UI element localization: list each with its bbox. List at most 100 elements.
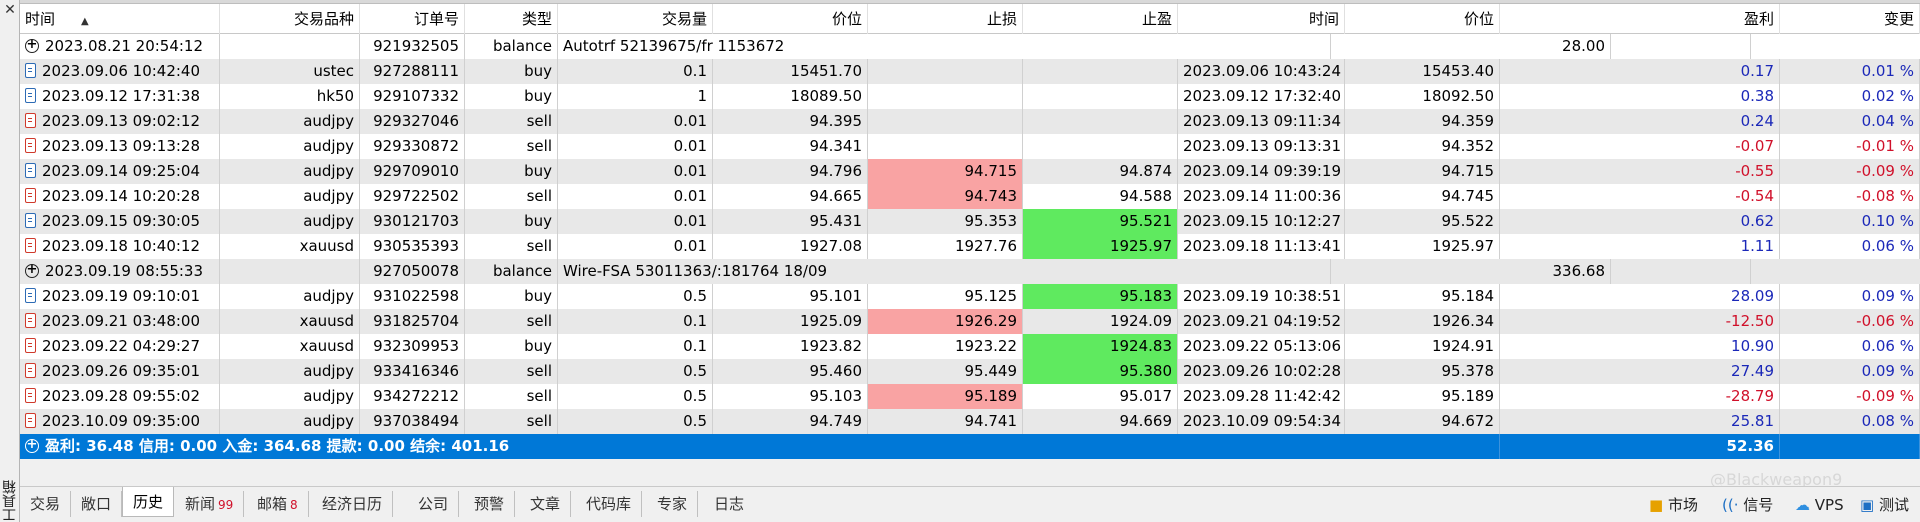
close-time-value: 2023.09.19 10:38:51 — [1183, 287, 1342, 305]
close-price-value: 1924.91 — [1431, 337, 1494, 355]
col-profit-header[interactable]: 盈利 — [1500, 4, 1780, 34]
col-close-price-header[interactable]: 价位 — [1345, 4, 1500, 34]
cell-stop-loss — [868, 134, 1023, 159]
signals-button[interactable]: ((· 信号 — [1722, 492, 1773, 518]
table-row[interactable]: 2023.09.26 09:35:01 audjpy 933416346 sell 0.… — [20, 359, 1920, 384]
col-price-header[interactable]: 价位 — [713, 4, 868, 34]
price-value: 95.431 — [809, 212, 863, 230]
tab-calendar[interactable]: 经济日历 — [312, 491, 394, 517]
change-value: 0.06 % — [1861, 337, 1914, 355]
change-value: 0.02 % — [1861, 87, 1914, 105]
type-value: sell — [526, 387, 552, 405]
close-price-value: 18092.50 — [1422, 87, 1494, 105]
summary-row[interactable]: + 盈利: 36.48 信用: 0.00 入金: 364.68 提款: 0.00 … — [20, 434, 1920, 459]
table-row[interactable]: 2023.09.19 09:10:01 audjpy 931022598 buy 0.5… — [20, 284, 1920, 309]
cell-volume: Wire-FSA 53011363/:181764 18/09 — [558, 259, 1331, 284]
market-button[interactable]: ■ 市场 — [1649, 492, 1698, 518]
buy-deal-icon — [25, 63, 36, 78]
table-row[interactable]: 2023.09.15 09:30:05 audjpy 930121703 buy 0.0… — [20, 209, 1920, 234]
open-time-value: 2023.10.09 09:35:00 — [42, 412, 201, 430]
col-symbol-header[interactable]: 交易品种 — [220, 4, 360, 34]
tab-articles[interactable]: 文章 — [520, 491, 572, 517]
summary-profit: 52.36 — [1500, 434, 1780, 459]
tab-journal[interactable]: 日志 — [704, 491, 754, 517]
table-row[interactable]: 2023.09.13 09:13:28 audjpy 929330872 sell 0.… — [20, 134, 1920, 159]
table-row[interactable]: +2023.09.19 08:55:33 927050078 balance Wire… — [20, 259, 1920, 284]
cell-close-time: 2023.09.19 10:38:51 — [1178, 284, 1345, 309]
col-change-header[interactable]: 变更 — [1780, 4, 1920, 34]
table-row[interactable]: 2023.09.06 10:42:40 ustec 927288111 buy 0.1 1… — [20, 59, 1920, 84]
tab-exposure[interactable]: 敞口 — [71, 491, 123, 517]
cell-profit: -0.55 — [1500, 159, 1780, 184]
cell-open-time: +2023.09.19 08:55:33 — [20, 259, 220, 284]
order-id-value: 929722502 — [373, 187, 459, 205]
col-sl-header[interactable]: 止损 — [868, 4, 1023, 34]
col-type-header[interactable]: 类型 — [465, 4, 558, 34]
buy-deal-icon — [25, 288, 36, 303]
order-id-value: 937038494 — [373, 412, 459, 430]
cell-change: 0.01 % — [1780, 59, 1920, 84]
stop-loss-value: 1927.76 — [954, 237, 1017, 255]
order-id-value: 929330872 — [373, 137, 459, 155]
col-tp-header[interactable]: 止盈 — [1023, 4, 1178, 34]
cell-close-time: 2023.10.09 09:54:34 — [1178, 409, 1345, 434]
tab-codebase[interactable]: 代码库 — [576, 491, 643, 517]
close-time-value: 2023.09.13 09:13:31 — [1183, 137, 1342, 155]
volume-value: 0.5 — [683, 387, 707, 405]
cell-profit: 28.09 — [1500, 284, 1780, 309]
col-open-time-header[interactable]: 时间 ▲ — [20, 4, 220, 34]
tab-news[interactable]: 新闻 99 — [175, 491, 245, 517]
table-row[interactable]: 2023.09.13 09:02:12 audjpy 929327046 sell 0.… — [20, 109, 1920, 134]
change-value: 0.09 % — [1861, 362, 1914, 380]
close-price-value: 95.189 — [1441, 387, 1495, 405]
price-value: 94.395 — [809, 112, 863, 130]
tab-mailbox[interactable]: 邮箱 8 — [247, 491, 309, 517]
tab-trade[interactable]: 交易 — [20, 491, 72, 517]
change-value: -0.09 % — [1856, 162, 1914, 180]
close-icon[interactable]: ✕ — [2, 2, 18, 18]
cell-close-price: 15453.40 — [1345, 59, 1500, 84]
symbol-value: ustec — [313, 62, 354, 80]
profit-value: -0.54 — [1735, 187, 1774, 205]
table-row[interactable]: 2023.09.21 03:48:00 xauusd 931825704 sell 0.… — [20, 309, 1920, 334]
tab-alerts[interactable]: 预警 — [464, 491, 516, 517]
cell-symbol: audjpy — [220, 109, 360, 134]
open-time-value: 2023.08.21 20:54:12 — [45, 37, 204, 55]
cell-stop-loss: 1926.29 — [868, 309, 1023, 334]
table-body: +2023.08.21 20:54:12 921932505 balance Auto… — [20, 34, 1920, 434]
open-time-value: 2023.09.14 10:20:28 — [42, 187, 201, 205]
tester-button[interactable]: ▣ 测试 — [1860, 492, 1909, 518]
cell-volume: 0.01 — [558, 109, 713, 134]
type-value: sell — [526, 312, 552, 330]
close-price-value: 94.359 — [1441, 112, 1495, 130]
stop-loss-value: 94.741 — [964, 412, 1018, 430]
price-value: 94.341 — [809, 137, 863, 155]
toolbox-label[interactable]: 工具箱 — [1, 466, 19, 522]
table-row[interactable]: 2023.09.14 09:25:04 audjpy 929709010 buy 0.0… — [20, 159, 1920, 184]
table-row[interactable]: 2023.09.18 10:40:12 xauusd 930535393 sell 0.… — [20, 234, 1920, 259]
cell-type: buy — [465, 84, 558, 109]
tab-company[interactable]: 公司 — [408, 491, 460, 517]
volume-value: 1 — [697, 87, 707, 105]
table-row[interactable]: 2023.09.12 17:31:38 hk50 929107332 buy 1 1808… — [20, 84, 1920, 109]
close-time-value: 2023.09.15 10:12:27 — [1183, 212, 1342, 230]
table-row[interactable]: 2023.09.14 10:20:28 audjpy 929722502 sell 0.… — [20, 184, 1920, 209]
cell-close-time: 2023.09.18 11:13:41 — [1178, 234, 1345, 259]
cell-stop-loss: 1927.76 — [868, 234, 1023, 259]
profit-value: 0.17 — [1740, 62, 1774, 80]
cell-price: 15451.70 — [713, 59, 868, 84]
close-price-value: 95.522 — [1441, 212, 1495, 230]
col-close-time-header[interactable]: 时间 — [1178, 4, 1345, 34]
vps-button[interactable]: ☁ VPS — [1795, 492, 1844, 518]
cell-profit: 1.11 — [1500, 234, 1780, 259]
change-value: 0.04 % — [1861, 112, 1914, 130]
table-row[interactable]: +2023.08.21 20:54:12 921932505 balance Auto… — [20, 34, 1920, 59]
tab-history[interactable]: 历史 — [122, 487, 175, 517]
col-volume-header[interactable]: 交易量 — [558, 4, 713, 34]
table-row[interactable]: 2023.09.28 09:55:02 audjpy 934272212 sell 0.… — [20, 384, 1920, 409]
col-order-header[interactable]: 订单号 — [360, 4, 465, 34]
type-value: buy — [524, 212, 552, 230]
tab-experts[interactable]: 专家 — [647, 491, 699, 517]
table-row[interactable]: 2023.09.22 04:29:27 xauusd 932309953 buy 0.1… — [20, 334, 1920, 359]
table-row[interactable]: 2023.10.09 09:35:00 audjpy 937038494 sell 0.… — [20, 409, 1920, 434]
